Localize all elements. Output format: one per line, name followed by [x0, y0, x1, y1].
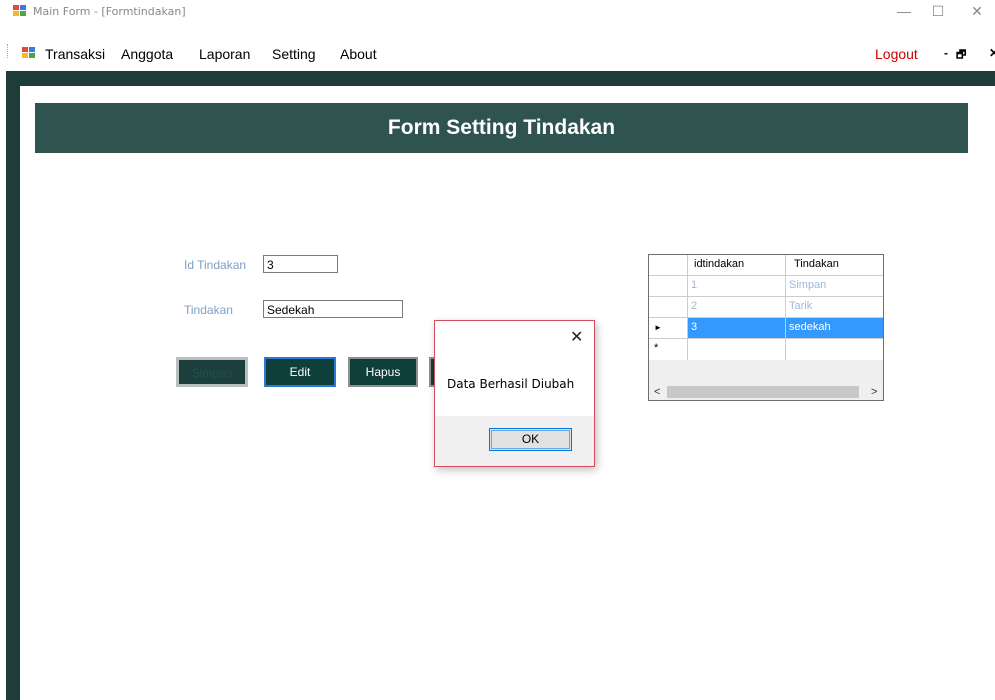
window-title: Main Form - [Formtindakan] [33, 5, 186, 18]
close-button[interactable]: ✕ [962, 3, 992, 19]
maximize-button[interactable]: ☐ [923, 3, 953, 19]
id-tindakan-label: Id Tindakan [184, 258, 247, 272]
grid-new-row-cell[interactable] [786, 339, 883, 360]
grid-cell-selected[interactable]: sedekah [786, 318, 883, 339]
scroll-thumb[interactable] [667, 386, 859, 398]
ok-button-label: OK [521, 432, 540, 446]
logout-menu-item[interactable]: Logout [875, 46, 918, 62]
dialog-close-icon[interactable]: ✕ [570, 327, 583, 347]
grid-column-header[interactable]: Tindakan [786, 255, 883, 276]
grid-new-row-indicator[interactable]: * [649, 339, 688, 360]
message-dialog: ✕ Data Berhasil Diubah OK [434, 320, 595, 467]
form-title: Form Setting Tindakan [387, 116, 616, 139]
tindakan-label: Tindakan [184, 303, 233, 317]
menu-laporan[interactable]: Laporan [199, 46, 250, 62]
grid-cell[interactable]: 2 [688, 297, 786, 318]
id-tindakan-input[interactable]: 3 [263, 255, 338, 273]
grid-current-row-indicator[interactable]: ► [649, 318, 688, 339]
grid-cell[interactable]: Simpan [786, 276, 883, 297]
simpan-button[interactable]: Simpan [176, 357, 248, 387]
mdi-close-button[interactable]: ✕ [989, 46, 995, 60]
tindakan-input[interactable]: Sedekah [263, 300, 403, 318]
menu-anggota[interactable]: Anggota [121, 46, 173, 62]
grid-cell[interactable]: 1 [688, 276, 786, 297]
scroll-right-icon[interactable]: > [871, 384, 877, 400]
mdi-frame-top [6, 71, 995, 86]
menu-grip [7, 44, 11, 58]
dialog-message: Data Berhasil Diubah [447, 377, 575, 391]
title-bar: Main Form - [Formtindakan] — ☐ ✕ [0, 0, 995, 22]
mdi-minimize-button[interactable]: - [944, 46, 948, 60]
edit-button[interactable]: Edit [264, 357, 336, 387]
scroll-left-icon[interactable]: < [654, 384, 660, 400]
mdi-frame-left [6, 71, 20, 700]
ok-button[interactable]: OK [489, 428, 572, 451]
tindakan-grid[interactable]: idtindakan Tindakan 1 Simpan 2 Tarik ► 3… [648, 254, 884, 401]
grid-cell[interactable]: Tarik [786, 297, 883, 318]
minimize-button[interactable]: — [889, 3, 919, 19]
grid-horizontal-scrollbar[interactable]: < > [650, 384, 882, 400]
grid-row-header-corner [649, 255, 688, 276]
mdi-restore-icon[interactable]: 🗗 [956, 46, 966, 65]
grid-row-header[interactable] [649, 276, 688, 297]
menu-setting[interactable]: Setting [272, 46, 316, 62]
grid-row-header[interactable] [649, 297, 688, 318]
grid-cell-selected[interactable]: 3 [688, 318, 786, 339]
mdi-child-icon[interactable] [22, 47, 36, 59]
hapus-button[interactable]: Hapus [348, 357, 418, 387]
grid-column-header[interactable]: idtindakan [688, 255, 786, 276]
grid-new-row-cell[interactable] [688, 339, 786, 360]
menu-transaksi[interactable]: Transaksi [45, 46, 105, 62]
menu-about[interactable]: About [340, 46, 377, 62]
app-icon [13, 5, 27, 17]
